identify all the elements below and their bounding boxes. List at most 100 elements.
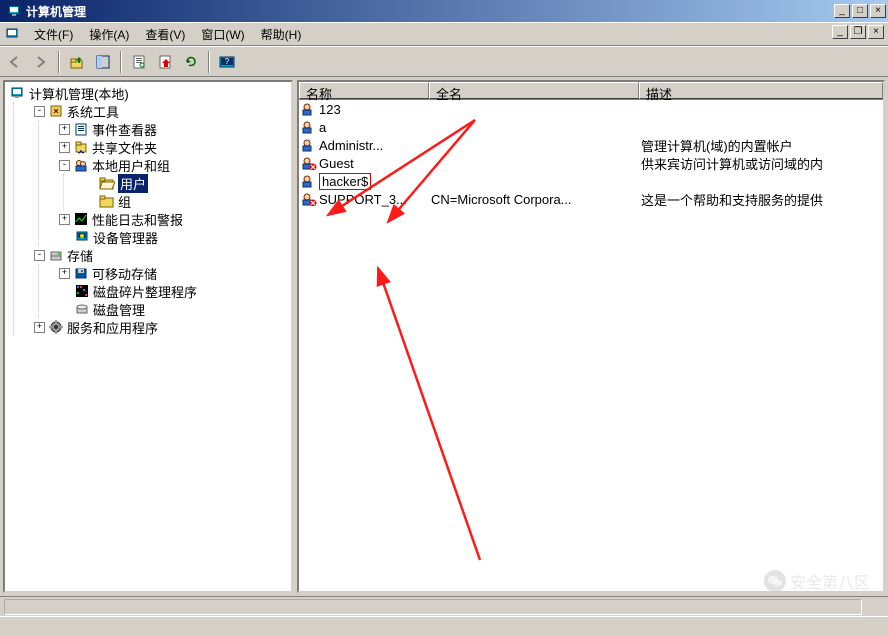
refresh-button[interactable]	[180, 51, 202, 73]
menu-window[interactable]: 窗口(W)	[193, 24, 252, 45]
statusbar-outer	[0, 616, 888, 636]
window-controls: _ □ ×	[834, 4, 886, 18]
mdi-close-button[interactable]: ×	[868, 25, 884, 39]
tree-groups[interactable]: 组	[82, 192, 289, 210]
menu-view[interactable]: 查看(V)	[137, 24, 193, 45]
user-disabled-icon	[301, 156, 317, 170]
list-row[interactable]: a	[299, 118, 883, 136]
menubar: 文件(F) 操作(A) 查看(V) 窗口(W) 帮助(H) _ ❐ ×	[0, 22, 888, 46]
minimize-button[interactable]: _	[834, 4, 850, 18]
expand-icon[interactable]: +	[59, 142, 70, 153]
tree-defrag[interactable]: 磁盘碎片整理程序	[57, 282, 289, 300]
list-row[interactable]: Guest 供来宾访问计算机或访问域的内	[299, 154, 883, 172]
tree-event-viewer[interactable]: +事件查看器	[57, 120, 289, 138]
app-icon	[6, 3, 22, 19]
statusbar-inner	[0, 596, 888, 616]
disk-icon	[74, 301, 90, 317]
list-row[interactable]: SUPPORT_3... CN=Microsoft Corpora...这是一个帮…	[299, 190, 883, 208]
column-header-name[interactable]: 名称	[299, 82, 429, 99]
tree-pane[interactable]: 计算机管理(本地) - 系统工具 +事件查看器 +共享文件夹	[3, 80, 293, 593]
watermark-text: 安全第八区	[790, 569, 870, 593]
toolbar-separator	[208, 51, 210, 73]
menu-action[interactable]: 操作(A)	[81, 24, 137, 45]
user-disabled-icon	[301, 192, 317, 206]
tree-local-users-groups[interactable]: -本地用户和组	[57, 156, 289, 174]
services-icon	[48, 319, 64, 335]
user-desc: 这是一个帮助和支持服务的提供	[639, 190, 883, 209]
user-name: Guest	[319, 156, 354, 171]
column-header-desc[interactable]: 描述	[639, 82, 883, 99]
user-name: hacker$	[319, 173, 371, 190]
titlebar: 计算机管理 _ □ ×	[0, 0, 888, 22]
users-groups-icon	[73, 157, 89, 173]
toolbar-separator	[58, 51, 60, 73]
expand-icon[interactable]: +	[34, 322, 45, 333]
menu-file[interactable]: 文件(F)	[26, 24, 81, 45]
list-row[interactable]: 123	[299, 100, 883, 118]
forward-button[interactable]	[30, 51, 52, 73]
properties-button[interactable]	[128, 51, 150, 73]
folder-icon	[99, 193, 115, 209]
close-button[interactable]: ×	[870, 4, 886, 18]
user-fullname: CN=Microsoft Corpora...	[429, 192, 639, 207]
status-cell	[4, 619, 22, 635]
column-header-fullname[interactable]: 全名	[429, 82, 639, 99]
list-header: 名称 全名 描述	[299, 82, 883, 100]
svg-text:?: ?	[225, 57, 230, 66]
help-button[interactable]: ?	[216, 51, 238, 73]
wechat-icon	[764, 570, 786, 592]
tree-root[interactable]: 计算机管理(本地)	[7, 84, 289, 102]
tree-perf-logs[interactable]: +性能日志和警报	[57, 210, 289, 228]
list-pane[interactable]: 名称 全名 描述 123aAdministr...管理计算机(域)的内置帐户Gu…	[297, 80, 885, 593]
toolbar: ?	[0, 46, 888, 76]
tree-disk-mgmt[interactable]: 磁盘管理	[57, 300, 289, 318]
list-row[interactable]: hacker$	[299, 172, 883, 190]
menu-help[interactable]: 帮助(H)	[253, 24, 310, 45]
shared-icon	[73, 139, 89, 155]
storage-icon	[48, 247, 64, 263]
user-desc: 管理计算机(域)的内置帐户	[639, 136, 883, 155]
removable-icon	[73, 265, 89, 281]
list-row[interactable]: Administr... 管理计算机(域)的内置帐户	[299, 136, 883, 154]
tree-root-label: 计算机管理(本地)	[29, 84, 129, 103]
expand-icon[interactable]: +	[59, 268, 70, 279]
watermark: 安全第八区	[764, 569, 870, 593]
collapse-icon[interactable]: -	[59, 160, 70, 171]
user-icon	[301, 174, 317, 188]
user-name: a	[319, 120, 326, 135]
collapse-icon[interactable]: -	[34, 106, 45, 117]
mdi-controls: _ ❐ ×	[832, 25, 884, 39]
computer-icon	[10, 85, 26, 101]
user-name: Administr...	[319, 138, 383, 153]
expand-icon[interactable]: +	[59, 214, 70, 225]
mdi-minimize-button[interactable]: _	[832, 25, 848, 39]
user-icon	[301, 120, 317, 134]
export-button[interactable]	[154, 51, 176, 73]
back-button[interactable]	[4, 51, 26, 73]
tree-removable[interactable]: +可移动存储	[57, 264, 289, 282]
main-area: 计算机管理(本地) - 系统工具 +事件查看器 +共享文件夹	[0, 76, 888, 596]
collapse-icon[interactable]: -	[34, 250, 45, 261]
mdi-icon	[4, 26, 20, 42]
user-icon	[301, 102, 317, 116]
resize-grip[interactable]	[864, 599, 882, 615]
mdi-restore-button[interactable]: ❐	[850, 25, 866, 39]
tree-users[interactable]: 用户	[82, 174, 289, 192]
up-button[interactable]	[66, 51, 88, 73]
tools-icon	[48, 103, 64, 119]
tree-device-mgr[interactable]: 设备管理器	[57, 228, 289, 246]
status-cell	[4, 599, 862, 615]
folder-open-icon	[99, 175, 115, 191]
show-hide-tree-button[interactable]	[92, 51, 114, 73]
device-icon	[74, 229, 90, 245]
tree-services-apps[interactable]: +服务和应用程序	[32, 318, 289, 336]
user-name: 123	[319, 102, 341, 117]
user-desc: 供来宾访问计算机或访问域的内	[639, 154, 883, 173]
maximize-button[interactable]: □	[852, 4, 868, 18]
tree-shared-folders[interactable]: +共享文件夹	[57, 138, 289, 156]
event-icon	[73, 121, 89, 137]
expand-icon[interactable]: +	[59, 124, 70, 135]
user-name: SUPPORT_3...	[319, 192, 407, 207]
tree-storage[interactable]: -存储	[32, 246, 289, 264]
tree-system-tools[interactable]: - 系统工具	[32, 102, 289, 120]
